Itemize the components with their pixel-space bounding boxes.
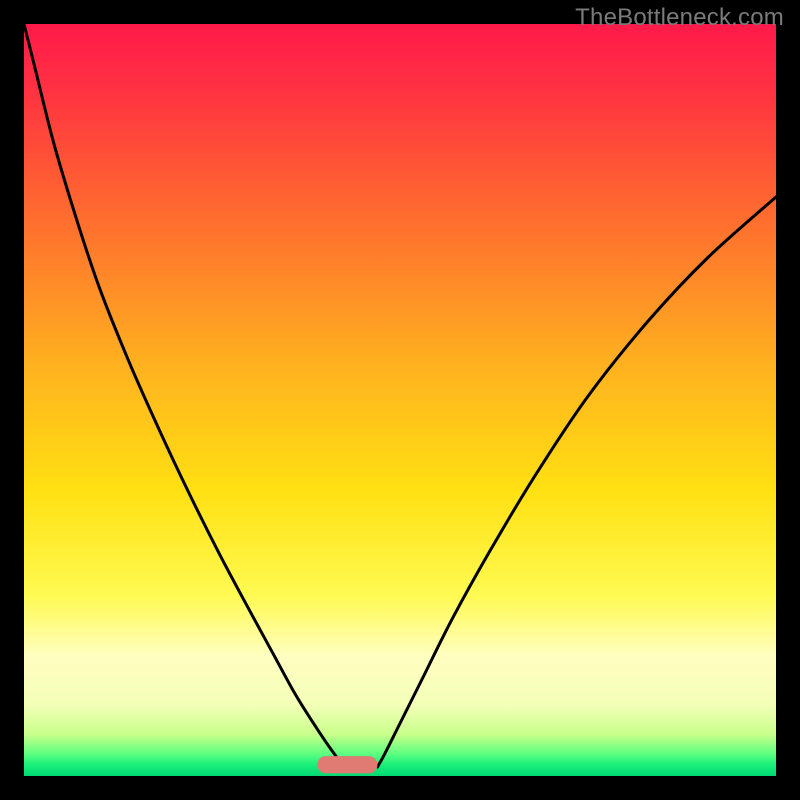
minimum-marker [317,756,377,773]
outer-frame: TheBottleneck.com [0,0,800,800]
gradient-background [24,24,776,776]
watermark-label: TheBottleneck.com [575,4,784,32]
optimum-marker [317,756,377,773]
plot-area [24,24,776,776]
chart-canvas [24,24,776,776]
